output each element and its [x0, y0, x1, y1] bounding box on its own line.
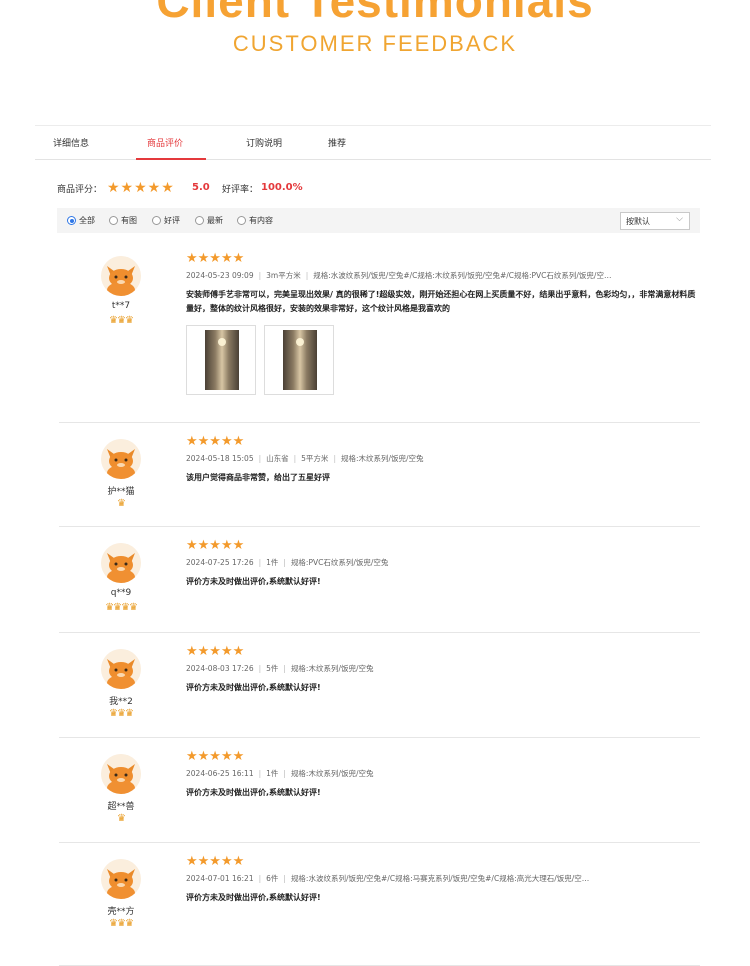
- filter-label: 有图: [121, 216, 137, 225]
- review-spec: 规格:木纹系列/饭兜/空兔: [340, 454, 424, 463]
- good-rate-value: 100.0%: [261, 182, 303, 193]
- review-spec: 规格:水波纹系列/饭兜/空兔#/C规格:马赛克系列/饭兜/空兔#/C规格:高光大…: [290, 874, 590, 883]
- rating-score: 5.0: [192, 182, 210, 193]
- filter-latest[interactable]: 最新: [195, 215, 223, 226]
- avatar: [101, 543, 141, 583]
- review-meta: 2024-08-03 17:26 | 5件 | 规格:木纹系列/饭兜/空兔: [186, 664, 374, 673]
- rating-stars: ★★★★★: [107, 180, 175, 196]
- review-item: 我**2 ♛♛♛ ★★★★★ 2024-08-03 17:26 | 5件 | 规格:木纹系列/…: [59, 633, 700, 738]
- review-text: 评价方未及时做出评价,系统默认好评!: [186, 788, 321, 797]
- review-photo[interactable]: [186, 325, 256, 395]
- radio-icon: [152, 216, 161, 225]
- good-rate-label: 好评率：: [222, 185, 259, 195]
- filter-label: 有内容: [249, 216, 273, 225]
- hero-subtitle: CUSTOMER FEEDBACK: [232, 31, 518, 56]
- ceiling-photo-icon: [283, 330, 317, 390]
- review-meta: 2024-07-01 16:21 | 6件 | 规格:水波纹系列/饭兜/空兔#/C规格:…: [186, 874, 590, 883]
- review-location: 山东省: [266, 454, 289, 463]
- review-spec: 规格:水波纹系列/饭兜/空兔#/C规格:木纹系列/饭兜/空兔#/C规格:PVC石…: [313, 271, 612, 280]
- filter-bar: 全部 有图 好评 最新 有内容 按默认 ⌵: [57, 208, 700, 233]
- reviewer-name: t**7: [111, 301, 131, 311]
- review-date: 2024-05-23 09:09: [186, 271, 254, 280]
- review-date: 2024-06-25 16:11: [186, 769, 254, 778]
- reviewer-name: 护**猫: [107, 487, 135, 497]
- member-medal-icon: ♛♛♛♛: [105, 602, 138, 613]
- sort-select[interactable]: 按默认 ⌵: [620, 212, 690, 230]
- reviewer-name: q**9: [110, 588, 132, 598]
- filter-label: 最新: [207, 216, 223, 225]
- filter-with-content[interactable]: 有内容: [237, 215, 273, 226]
- review-meta: 2024-05-23 09:09 | 3m平方米 | 规格:水波纹系列/饭兜/空兔#/C…: [186, 271, 612, 280]
- filter-positive[interactable]: 好评: [152, 215, 180, 226]
- sort-label: 按默认: [626, 217, 650, 226]
- member-medal-icon: ♛♛♛: [109, 708, 134, 719]
- rating-label: 商品评分：: [57, 185, 103, 195]
- active-tab-indicator: [136, 158, 206, 160]
- review-stars: ★★★★★: [186, 854, 245, 869]
- tab-recommend[interactable]: 推荐: [328, 136, 346, 149]
- tab-reviews[interactable]: 商品评价: [147, 136, 183, 149]
- review-item: 护**猫 ♛ ★★★★★ 2024-05-18 15:05 | 山东省 | 5平方米 | 规格:木…: [59, 423, 700, 527]
- review-quantity: 3m平方米: [266, 271, 301, 280]
- avatar: [101, 859, 141, 899]
- filter-label: 全部: [79, 216, 95, 225]
- review-item: t**7 ♛♛♛ ★★★★★ 2024-05-23 09:09 | 3m平方米 | 规格:水波…: [59, 240, 700, 423]
- reviewer-name: 超**兽: [107, 802, 135, 812]
- review-meta: 2024-05-18 15:05 | 山东省 | 5平方米 | 规格:木纹系列/饭兜/空兔: [186, 454, 424, 463]
- review-stars: ★★★★★: [186, 749, 245, 764]
- member-medal-icon: ♛: [117, 498, 126, 509]
- avatar: [101, 439, 141, 479]
- review-text: 安装师傅手艺非常可以，完美呈现出效果/ 真的很稀了!超级实效，刚开始还担心在网上…: [186, 290, 696, 313]
- review-text: 评价方未及时做出评价,系统默认好评!: [186, 683, 321, 692]
- member-medal-icon: ♛: [117, 813, 126, 824]
- review-text: 该用户觉得商品非常赞，给出了五星好评: [186, 473, 330, 482]
- review-spec: 规格:木纹系列/饭兜/空兔: [290, 769, 374, 778]
- reviews-panel: 详细信息 商品评价 订购说明 推荐 商品评分： ★★★★★ 5.0 好评率： 1…: [35, 125, 711, 233]
- review-spec: 规格:木纹系列/饭兜/空兔: [290, 664, 374, 673]
- filter-all[interactable]: 全部: [67, 215, 95, 226]
- review-date: 2024-05-18 15:05: [186, 454, 254, 463]
- review-photo[interactable]: [264, 325, 334, 395]
- review-date: 2024-08-03 17:26: [186, 664, 254, 673]
- review-date: 2024-07-01 16:21: [186, 874, 254, 883]
- review-item: q**9 ♛♛♛♛ ★★★★★ 2024-07-25 17:26 | 1件 | 规格:PVC石…: [59, 527, 700, 633]
- review-item: 壳**方 ♛♛♛ ★★★★★ 2024-07-01 16:21 | 6件 | 规格:水波纹系列…: [59, 843, 700, 966]
- tab-bar: 详细信息 商品评价 订购说明 推荐: [35, 125, 711, 160]
- review-meta: 2024-06-25 16:11 | 1件 | 规格:木纹系列/饭兜/空兔: [186, 769, 374, 778]
- review-stars: ★★★★★: [186, 644, 245, 659]
- review-stars: ★★★★★: [186, 251, 245, 266]
- review-meta: 2024-07-25 17:26 | 1件 | 规格:PVC石纹系列/饭兜/空兔: [186, 558, 389, 567]
- review-quantity: 6件: [266, 874, 279, 883]
- review-date: 2024-07-25 17:26: [186, 558, 254, 567]
- tab-details[interactable]: 详细信息: [53, 136, 89, 149]
- ceiling-photo-icon: [205, 330, 239, 390]
- hero-title: Client Testimonials: [156, 0, 594, 27]
- filter-with-images[interactable]: 有图: [109, 215, 137, 226]
- review-quantity: 1件: [266, 769, 279, 778]
- reviewer-name: 壳**方: [107, 907, 135, 917]
- review-quantity: 1件: [266, 558, 279, 567]
- review-text: 评价方未及时做出评价,系统默认好评!: [186, 893, 321, 902]
- review-quantity: 5件: [266, 664, 279, 673]
- avatar: [101, 754, 141, 794]
- review-quantity: 5平方米: [301, 454, 329, 463]
- chevron-down-icon: ⌵: [676, 214, 683, 224]
- member-medal-icon: ♛♛♛: [109, 918, 134, 929]
- filter-label: 好评: [164, 216, 180, 225]
- radio-icon: [109, 216, 118, 225]
- avatar: [101, 649, 141, 689]
- review-stars: ★★★★★: [186, 538, 245, 553]
- tab-order-info[interactable]: 订购说明: [246, 136, 282, 149]
- review-spec: 规格:PVC石纹系列/饭兜/空兔: [290, 558, 389, 567]
- radio-selected-icon: [67, 216, 76, 225]
- radio-icon: [195, 216, 204, 225]
- review-stars: ★★★★★: [186, 434, 245, 449]
- radio-icon: [237, 216, 246, 225]
- review-item: 超**兽 ♛ ★★★★★ 2024-06-25 16:11 | 1件 | 规格:木纹系列/饭兜…: [59, 738, 700, 843]
- review-text: 评价方未及时做出评价,系统默认好评!: [186, 577, 321, 586]
- reviewer-name: 我**2: [109, 697, 133, 707]
- member-medal-icon: ♛♛♛: [109, 315, 134, 326]
- avatar: [101, 256, 141, 296]
